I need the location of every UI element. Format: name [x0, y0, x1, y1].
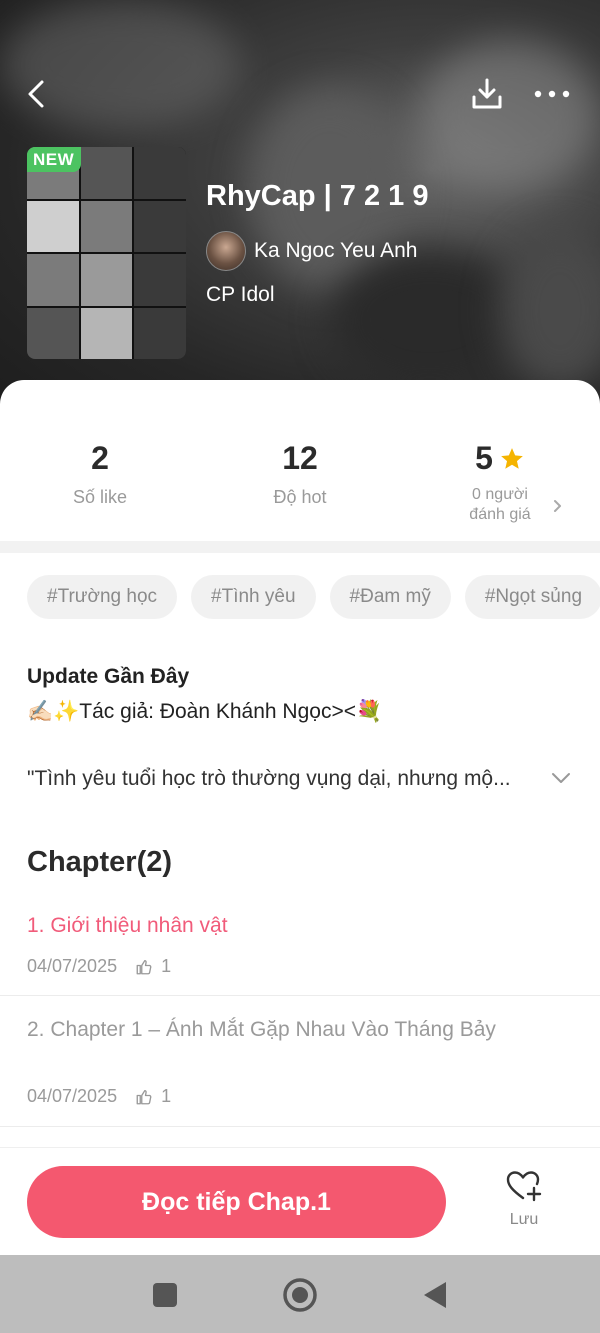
- recent-apps-button[interactable]: [145, 1277, 185, 1313]
- tag-list: #Trường học #Tình yêu #Đam mỹ #Ngọt sủng: [27, 575, 600, 619]
- chapter-like-count: 1: [161, 956, 172, 976]
- section-divider: [0, 541, 600, 553]
- chapter-date: 04/07/2025: [27, 956, 118, 976]
- stat-rating-value: 5: [475, 440, 493, 476]
- tag-chip[interactable]: #Trường học: [27, 575, 178, 619]
- tag-chip[interactable]: #Ngọt sủng: [464, 575, 600, 619]
- story-description[interactable]: "Tình yêu tuổi học trò thường vụng dại, …: [27, 767, 552, 791]
- more-options-button[interactable]: [530, 72, 574, 116]
- system-navigation-bar: [0, 1255, 600, 1333]
- story-category: CP Idol: [206, 283, 275, 306]
- stat-rating-label-line2: đánh giá: [469, 506, 531, 523]
- heart-plus-icon: [506, 1171, 542, 1202]
- stat-hot: 12 Độ hot: [240, 440, 360, 508]
- system-back-button[interactable]: [415, 1277, 455, 1313]
- download-icon: [472, 78, 502, 109]
- story-cover-image[interactable]: [27, 147, 186, 359]
- stat-likes: 2 Số like: [40, 440, 160, 508]
- author-name[interactable]: Ka Ngoc Yeu Anh: [254, 239, 417, 263]
- chapter-item[interactable]: 2. Chapter 1 – Ánh Mắt Gặp Nhau Vào Thán…: [0, 1016, 600, 1127]
- triangle-back-icon: [424, 1282, 446, 1308]
- stat-rating[interactable]: 5 0 người đánh giá: [440, 440, 560, 525]
- save-label: Lưu: [509, 1211, 539, 1228]
- chevron-left-icon: [28, 80, 44, 108]
- thumbs-up-icon: [136, 959, 152, 974]
- thumbs-up-icon: [136, 1089, 152, 1104]
- story-title: RhyCap | 7 2 1 9: [206, 180, 429, 212]
- circle-home-icon: [283, 1278, 317, 1312]
- chapter-list-heading: Chapter(2): [27, 846, 173, 878]
- save-button[interactable]: Lưu: [490, 1170, 558, 1229]
- update-author-line: ✍🏻✨Tác giả: Đoàn Khánh Ngọc><💐: [27, 700, 383, 723]
- more-horizontal-icon: [534, 90, 570, 98]
- stat-rating-label-line1: 0 người: [472, 486, 528, 503]
- chapter-title[interactable]: 2. Chapter 1 – Ánh Mắt Gặp Nhau Vào Thán…: [27, 1016, 507, 1043]
- chapter-date: 04/07/2025: [27, 1086, 118, 1106]
- author-avatar[interactable]: [206, 231, 246, 271]
- author-row[interactable]: Ka Ngoc Yeu Anh: [206, 231, 417, 271]
- stat-likes-value: 2: [91, 440, 109, 476]
- chapter-title[interactable]: 1. Giới thiệu nhân vật: [27, 912, 507, 939]
- stat-hot-value: 12: [282, 440, 318, 476]
- square-icon: [153, 1283, 177, 1307]
- stat-hot-label: Độ hot: [273, 487, 327, 507]
- stat-likes-label: Số like: [72, 487, 128, 507]
- chevron-right-icon[interactable]: [551, 498, 565, 514]
- star-icon: [501, 447, 523, 469]
- chapter-item[interactable]: 1. Giới thiệu nhân vật 04/07/2025 1: [0, 912, 600, 996]
- new-badge: NEW: [27, 147, 82, 172]
- update-title: Update Gần Đây: [27, 665, 190, 688]
- chevron-down-icon[interactable]: [550, 770, 572, 786]
- home-button[interactable]: [280, 1277, 320, 1313]
- back-button[interactable]: [14, 72, 58, 116]
- download-button[interactable]: [465, 72, 509, 116]
- bottom-action-bar: Đọc tiếp Chap.1 Lưu: [0, 1147, 600, 1255]
- tag-chip[interactable]: #Đam mỹ: [329, 575, 451, 619]
- chapter-like-count: 1: [161, 1086, 172, 1106]
- tag-chip[interactable]: #Tình yêu: [191, 575, 316, 619]
- continue-reading-button[interactable]: Đọc tiếp Chap.1: [27, 1166, 446, 1238]
